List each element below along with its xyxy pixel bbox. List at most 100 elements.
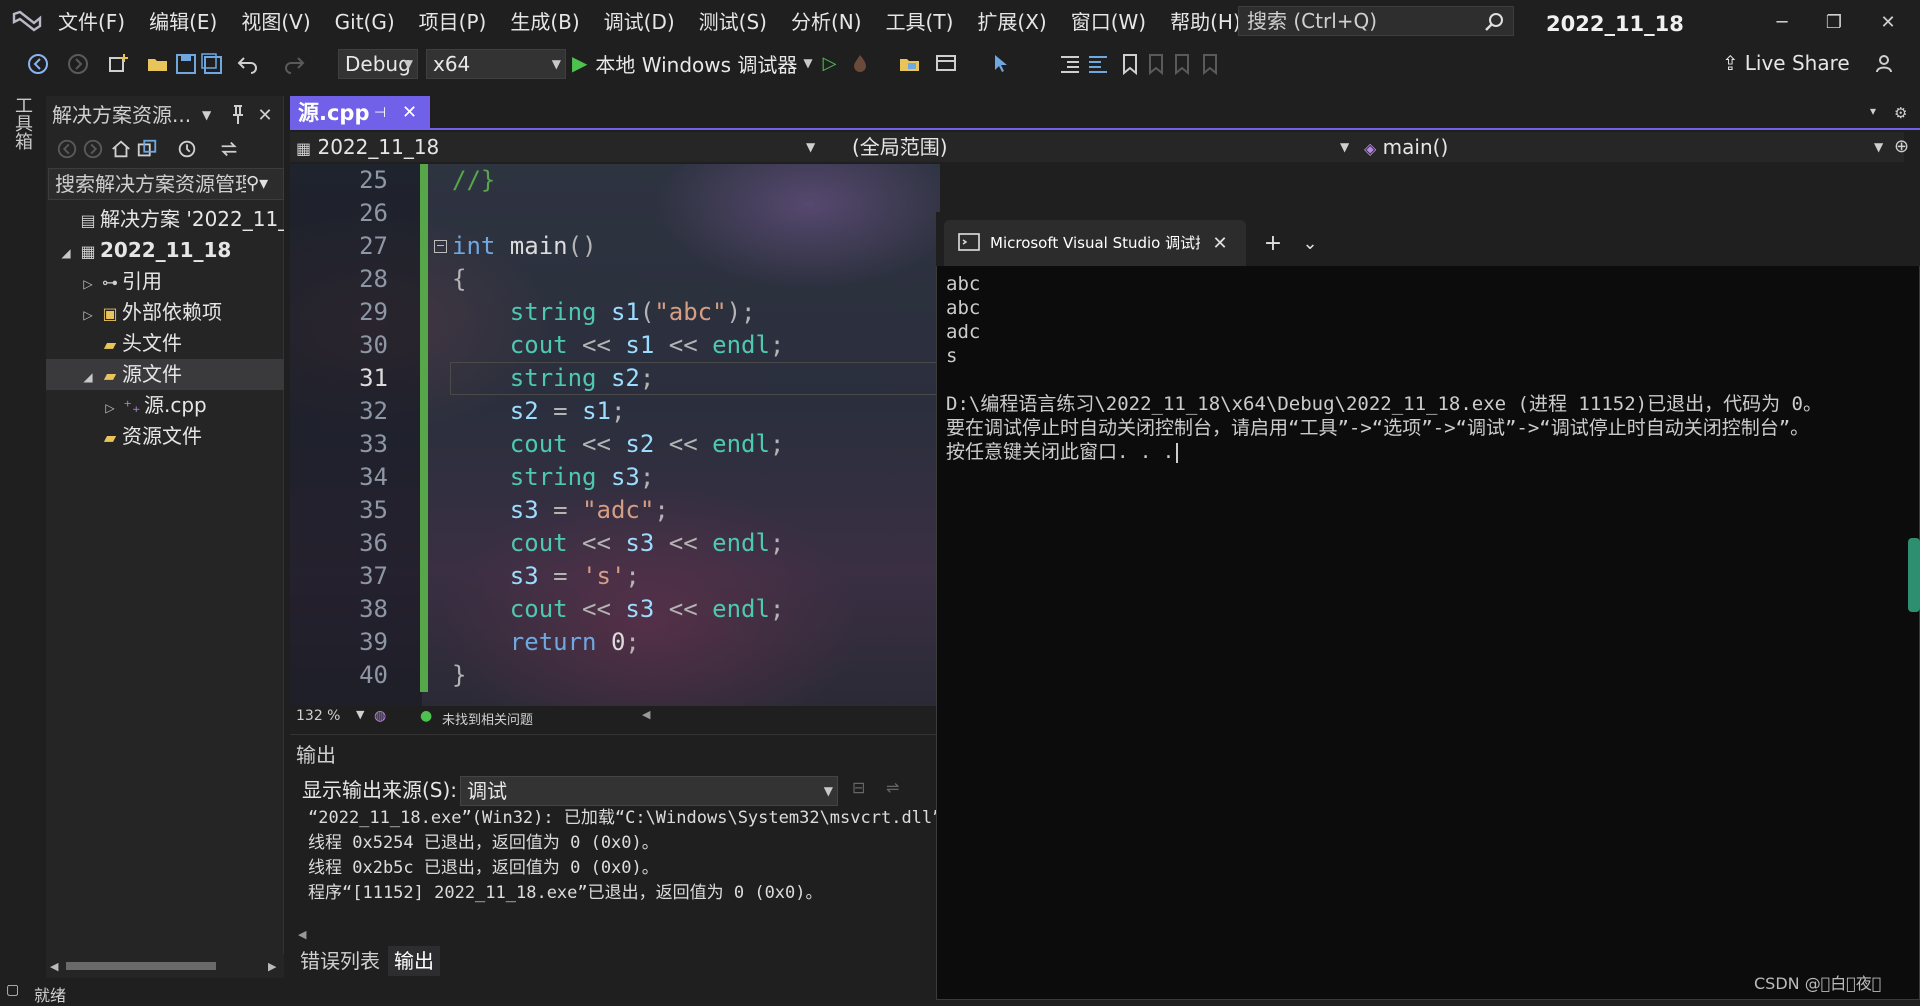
menu-item[interactable]: 编辑(E) <box>137 0 229 44</box>
menu-item[interactable]: 工具(T) <box>874 0 966 44</box>
menu-item[interactable]: 调试(D) <box>592 0 687 44</box>
code-line[interactable]: cout << s3 << endl; <box>452 593 785 626</box>
pointer-icon[interactable] <box>990 52 1014 76</box>
tree-item[interactable]: ▷ ⊶ 引用 <box>46 266 284 297</box>
menu-item[interactable]: 扩展(X) <box>965 0 1058 44</box>
code-line[interactable]: } <box>452 659 466 692</box>
menu-item[interactable]: 测试(S) <box>687 0 779 44</box>
history-icon[interactable] <box>176 138 198 160</box>
start-without-debugging-icon[interactable]: ▷ <box>823 53 837 74</box>
bookmark-next-icon[interactable] <box>1170 52 1194 76</box>
zoom-level[interactable]: 132 % <box>296 708 340 724</box>
close-icon[interactable]: ✕ <box>1208 230 1232 256</box>
platform-combo[interactable]: x64 ▼ <box>426 49 566 79</box>
menu-item[interactable]: 视图(V) <box>229 0 322 44</box>
start-debugging-button[interactable]: ▶ 本地 Windows 调试器 ▼ ▷ <box>572 46 836 80</box>
hot-reload-icon[interactable] <box>848 52 872 76</box>
word-wrap-icon[interactable]: ⇌ <box>886 778 899 797</box>
output-source-combo[interactable]: 调试 ▼ <box>460 776 838 806</box>
code-line[interactable]: s2 = s1; <box>452 395 626 428</box>
expand-arrow-icon[interactable]: ▷ <box>100 393 120 421</box>
pin-icon[interactable] <box>228 104 248 126</box>
code-line[interactable]: string s1("abc"); <box>452 296 756 329</box>
sync-icon[interactable] <box>218 138 240 160</box>
minimize-button[interactable]: ─ <box>1754 0 1810 44</box>
toolbox-tab[interactable]: 工具箱 <box>10 96 34 150</box>
debug-console-window[interactable] <box>936 212 1920 1000</box>
tab-list-dropdown[interactable]: ▾ <box>1870 104 1884 126</box>
new-tab-button[interactable]: + <box>1258 228 1288 258</box>
code-line[interactable]: return 0; <box>452 626 640 659</box>
gear-icon[interactable]: ⚙ <box>1894 104 1914 126</box>
expand-arrow-icon[interactable]: ▷ <box>78 300 98 328</box>
close-button[interactable]: ✕ <box>1860 0 1916 44</box>
chevron-down-icon[interactable]: ▼ <box>356 708 364 721</box>
code-line[interactable]: s3 = 's'; <box>452 560 640 593</box>
save-all-icon[interactable] <box>200 52 224 76</box>
copilot-icon[interactable]: ◍ <box>374 708 386 724</box>
collapse-icon[interactable]: − <box>434 240 447 253</box>
browse-folder-icon[interactable] <box>898 52 922 76</box>
chevron-down-icon[interactable]: ▼ <box>202 100 216 130</box>
new-project-icon[interactable] <box>106 52 130 76</box>
tree-item[interactable]: ▷ ▣ 外部依赖项 <box>46 297 284 328</box>
save-icon[interactable] <box>174 52 198 76</box>
forward-icon[interactable] <box>82 138 104 160</box>
tree-item[interactable]: ▰ 资源文件 <box>46 421 284 452</box>
outdent-icon[interactable] <box>1086 52 1110 76</box>
menu-item[interactable]: 分析(N) <box>779 0 874 44</box>
back-icon[interactable] <box>56 138 78 160</box>
expand-arrow-icon[interactable]: ▷ <box>78 269 98 297</box>
open-folder-icon[interactable] <box>146 52 170 76</box>
code-line[interactable]: //} <box>452 164 495 197</box>
scroll-left-icon[interactable]: ◀ <box>642 708 650 721</box>
bookmark-icon[interactable] <box>1118 52 1142 76</box>
collapse-arrow-icon[interactable]: ◢ <box>78 362 98 390</box>
code-line[interactable]: cout << s1 << endl; <box>452 329 785 362</box>
tree-item[interactable]: ◢ ▰ 源文件 <box>46 359 284 390</box>
layout-icon[interactable] <box>934 52 958 76</box>
scope-nav-combo[interactable]: (全局范围) <box>852 132 1352 162</box>
close-icon[interactable]: ✕ <box>252 100 278 130</box>
code-line[interactable]: { <box>452 263 466 296</box>
code-line[interactable]: string s3; <box>452 461 655 494</box>
configuration-combo[interactable]: Debug ▼ <box>338 49 418 79</box>
home-icon[interactable] <box>110 138 132 160</box>
feedback-icon[interactable] <box>1874 52 1898 76</box>
menu-item[interactable]: 窗口(W) <box>1059 0 1158 44</box>
menu-item[interactable]: Git(G) <box>323 0 407 44</box>
scroll-left-icon[interactable]: ◀ <box>50 960 58 973</box>
scroll-thumb[interactable] <box>66 962 216 970</box>
project-nav-combo[interactable]: ▦ 2022_11_18 <box>296 132 820 162</box>
clear-bookmarks-icon[interactable] <box>1198 52 1222 76</box>
tab-dropdown-button[interactable]: ⌄ <box>1296 228 1324 258</box>
back-icon[interactable] <box>26 52 50 76</box>
live-share-button[interactable]: ⇪ Live Share <box>1722 46 1850 80</box>
tab-output[interactable]: 输出 <box>388 946 440 976</box>
member-nav-combo[interactable]: ◈ main() <box>1364 132 1864 162</box>
tree-item[interactable]: ▷ ⁺₊ 源.cpp <box>46 390 284 421</box>
search-icon[interactable]: ⚲▾ <box>246 170 282 198</box>
undo-icon[interactable] <box>236 52 260 76</box>
code-line[interactable]: string s2; <box>452 362 655 395</box>
redo-icon[interactable] <box>282 52 306 76</box>
menu-item[interactable]: 生成(B) <box>498 0 591 44</box>
collapse-arrow-icon[interactable]: ◢ <box>56 238 76 266</box>
code-line[interactable]: cout << s3 << endl; <box>452 527 785 560</box>
split-editor-icon[interactable]: ⊕ <box>1894 132 1909 162</box>
code-line[interactable]: cout << s2 << endl; <box>452 428 785 461</box>
clear-output-icon[interactable]: ⊟ <box>852 778 865 797</box>
tree-item[interactable]: ◢ ▦ 2022_11_18 <box>46 235 284 266</box>
switch-views-icon[interactable] <box>136 138 158 160</box>
code-line[interactable]: int main() <box>452 230 597 263</box>
close-icon[interactable]: ✕ <box>402 100 424 126</box>
scroll-right-icon[interactable]: ▶ <box>268 960 276 973</box>
issues-status[interactable]: 未找到相关问题 <box>442 709 533 728</box>
tree-item[interactable]: ▤解决方案 '2022_11_18' (1 个项目) <box>46 204 284 235</box>
menu-item[interactable]: 文件(F) <box>46 0 137 44</box>
tree-item[interactable]: ▰ 头文件 <box>46 328 284 359</box>
scroll-left-icon[interactable]: ◀ <box>298 928 306 941</box>
restore-button[interactable]: ❐ <box>1806 0 1862 44</box>
console-scrollbar-thumb[interactable] <box>1908 538 1920 612</box>
solution-horizontal-scrollbar[interactable]: ◀ ▶ <box>46 954 284 978</box>
